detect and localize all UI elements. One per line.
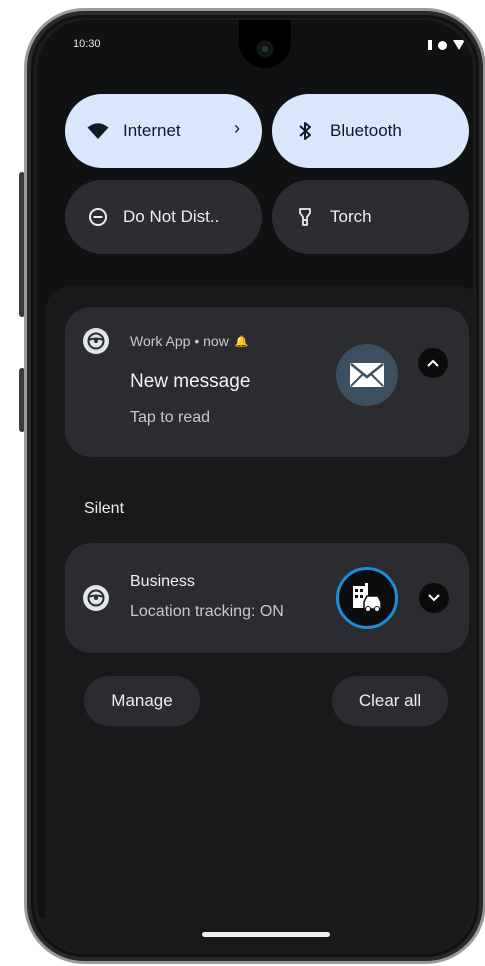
battery-icon xyxy=(428,40,432,50)
silent-notification-text: Location tracking: ON xyxy=(130,603,284,620)
tile-bluetooth-label: Bluetooth xyxy=(330,121,402,140)
alert-bell-icon: 🔔 xyxy=(234,335,249,348)
clear-all-button[interactable]: Clear all xyxy=(332,676,448,726)
manage-button[interactable]: Manage xyxy=(84,676,200,726)
status-icons xyxy=(428,40,465,50)
tile-bluetooth[interactable]: Bluetooth xyxy=(272,94,469,168)
bluetooth-icon xyxy=(294,120,316,142)
tile-internet-label: Internet xyxy=(123,121,181,140)
building-car-icon xyxy=(336,567,398,629)
status-time: 10:30 xyxy=(73,38,101,50)
silent-notification-title: Business xyxy=(130,573,195,590)
chevron-right-icon: › xyxy=(234,118,240,138)
home-gesture-bar[interactable] xyxy=(202,932,330,937)
app-icon xyxy=(83,585,109,611)
expand-button[interactable] xyxy=(419,583,449,613)
notification-meta: Work App • now 🔔 xyxy=(130,333,249,349)
tile-internet[interactable]: Internet › xyxy=(65,94,262,168)
flashlight-icon xyxy=(294,206,316,228)
tile-do-not-disturb-label: Do Not Dist.. xyxy=(123,207,220,226)
app-icon xyxy=(83,328,109,354)
mail-icon xyxy=(336,344,398,406)
signal-dot-icon xyxy=(438,40,447,50)
wifi-icon xyxy=(87,120,109,142)
do-not-disturb-icon xyxy=(87,206,109,228)
notification-app-meta: Work App • now xyxy=(130,333,229,349)
silent-notification-card[interactable]: Business Location tracking: ON xyxy=(65,543,469,653)
silent-section-header: Silent xyxy=(84,500,125,517)
collapse-button[interactable] xyxy=(418,348,448,378)
tile-torch-label: Torch xyxy=(330,207,372,226)
screen: 10:30 Internet › Bluetooth Do Not Dist..… xyxy=(37,20,473,952)
notification-title: New message xyxy=(130,371,251,392)
notification-card[interactable]: Work App • now 🔔 New message Tap to read xyxy=(65,307,469,457)
chevron-down-icon xyxy=(428,594,440,602)
tile-do-not-disturb[interactable]: Do Not Dist.. xyxy=(65,180,262,254)
front-camera xyxy=(256,40,274,58)
chevron-up-icon xyxy=(427,359,439,367)
wifi-signal-icon xyxy=(453,40,465,50)
notification-text: Tap to read xyxy=(130,409,211,426)
tile-torch[interactable]: Torch xyxy=(272,180,469,254)
notch xyxy=(239,20,291,68)
